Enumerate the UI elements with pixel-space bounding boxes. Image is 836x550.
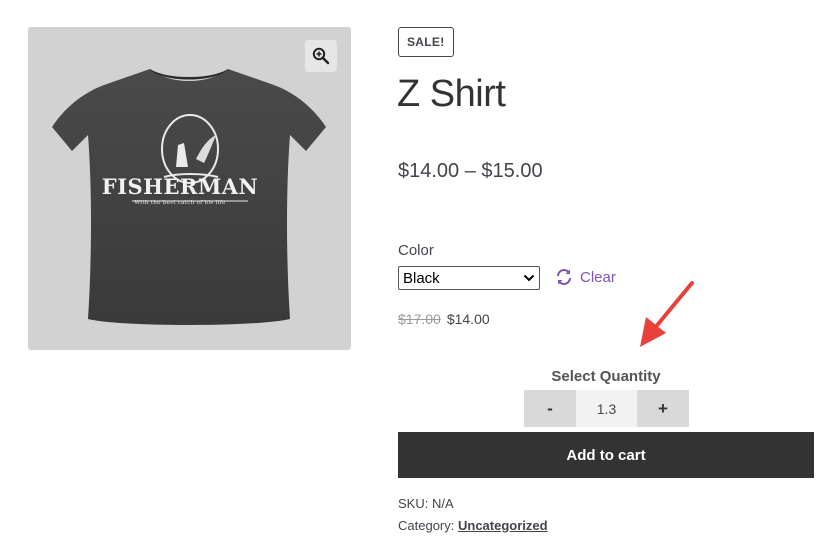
- product-title: Z Shirt: [397, 73, 506, 115]
- color-select[interactable]: Black: [398, 266, 540, 290]
- price-range: $14.00 – $15.00: [398, 160, 543, 182]
- category-link[interactable]: Uncategorized: [458, 518, 548, 533]
- new-price: $14.00: [446, 311, 490, 327]
- clear-link[interactable]: Clear: [555, 266, 616, 288]
- color-label: Color: [398, 242, 434, 259]
- quantity-label: Select Quantity: [551, 368, 661, 385]
- zoom-button[interactable]: [305, 40, 337, 72]
- category-meta: Category: Uncategorized: [398, 518, 548, 533]
- variation-price: $17.00 $14.00: [398, 311, 490, 327]
- clear-label: Clear: [580, 268, 616, 286]
- quantity-input[interactable]: 1.3: [576, 390, 637, 427]
- sale-badge: SALE!: [398, 27, 454, 57]
- old-price: $17.00: [398, 311, 441, 327]
- zoom-icon: [312, 47, 330, 65]
- sku-text: SKU: N/A: [398, 496, 454, 511]
- quantity-decrease-button[interactable]: -: [524, 390, 576, 427]
- arrow-annotation: [640, 281, 694, 347]
- chevron-down-icon: [523, 274, 535, 282]
- shirt-brand-text: FISHERMAN: [101, 174, 259, 199]
- color-select-value: Black: [403, 269, 440, 287]
- shirt-tagline-text: With the best catch of his life: [134, 200, 226, 206]
- refresh-icon: [557, 269, 571, 285]
- category-prefix: Category:: [398, 518, 458, 533]
- add-to-cart-button[interactable]: Add to cart: [398, 432, 814, 478]
- product-image[interactable]: FISHERMAN With the best catch of his lif…: [28, 27, 351, 350]
- quantity-increase-button[interactable]: +: [637, 390, 689, 427]
